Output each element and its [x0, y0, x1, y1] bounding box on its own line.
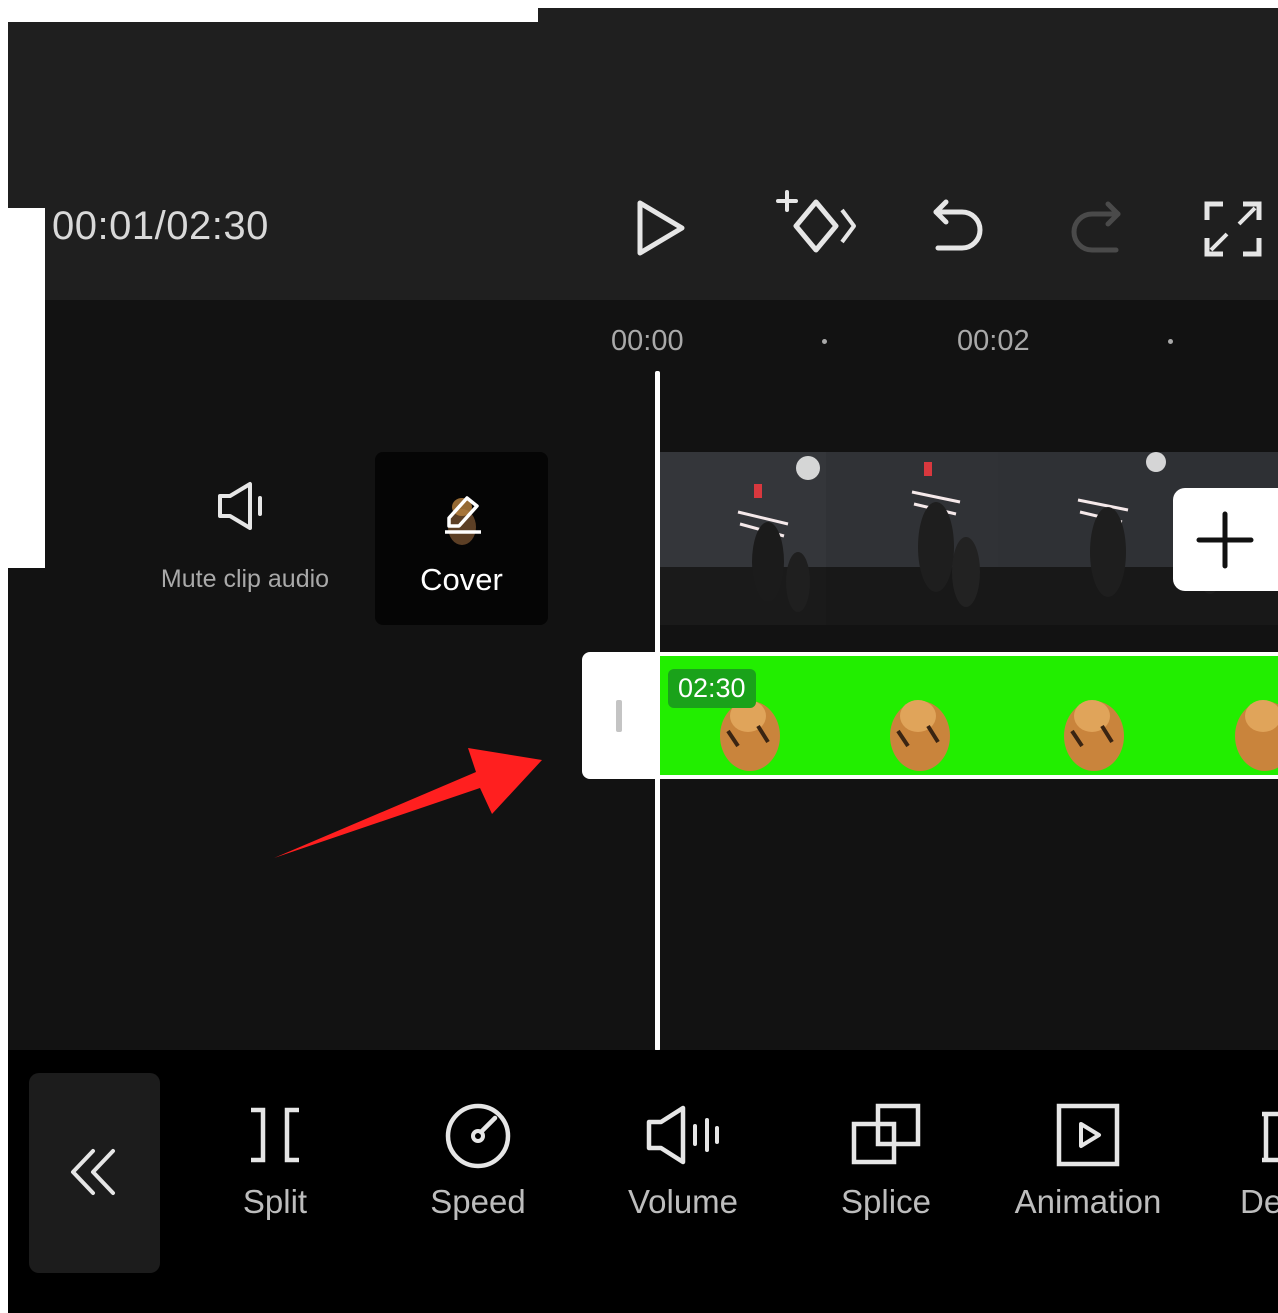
- ruler-dot: [1168, 339, 1173, 344]
- cover-button[interactable]: Cover: [375, 452, 548, 625]
- delete-icon: [1262, 1111, 1278, 1163]
- tool-animation[interactable]: Animation: [993, 1100, 1183, 1221]
- add-clip-button[interactable]: [1173, 488, 1278, 591]
- tool-delete[interactable]: De: [1226, 1100, 1278, 1221]
- tool-label: Animation: [1014, 1183, 1162, 1220]
- top-preview-area-edge: [538, 8, 1278, 28]
- tool-speed[interactable]: Speed: [383, 1100, 573, 1221]
- tool-label: De: [1240, 1183, 1278, 1220]
- split-icon: [251, 1107, 299, 1163]
- volume-icon: [646, 1105, 719, 1165]
- ruler-tick-label: 00:00: [611, 325, 684, 357]
- clip-duration-badge: 02:30: [668, 669, 756, 708]
- speed-icon: [445, 1103, 511, 1169]
- undo-icon[interactable]: [928, 196, 988, 261]
- tool-split[interactable]: Split: [180, 1100, 370, 1221]
- tool-splice[interactable]: Splice: [791, 1100, 981, 1221]
- animation-icon: [1056, 1103, 1120, 1167]
- left-blank-strip: [0, 208, 45, 568]
- frame: [658, 452, 826, 625]
- cover-label: Cover: [420, 562, 503, 597]
- play-icon[interactable]: [630, 198, 690, 258]
- tool-label: Volume: [627, 1183, 739, 1220]
- mute-clip-audio-label[interactable]: Mute clip audio: [150, 560, 340, 598]
- plus-icon: [1196, 511, 1254, 569]
- red-arrow-annotation: [274, 748, 542, 858]
- fullscreen-icon[interactable]: [1203, 200, 1263, 258]
- ruler-dot: [822, 339, 827, 344]
- playhead[interactable]: [655, 371, 660, 1051]
- redo-icon: [1066, 198, 1126, 263]
- tool-volume[interactable]: Volume: [588, 1100, 778, 1221]
- speaker-icon[interactable]: [214, 478, 270, 539]
- double-chevron-left-icon: [71, 1149, 115, 1195]
- time-readout: 00:01/02:30: [52, 204, 269, 248]
- tool-label: Splice: [841, 1183, 931, 1220]
- collapse-back-button[interactable]: [29, 1073, 160, 1273]
- add-keyframe-icon[interactable]: [772, 186, 862, 261]
- top-preview-area: [8, 22, 1278, 208]
- timeline-left-edge: [8, 568, 45, 1053]
- tool-label: Speed: [430, 1183, 526, 1220]
- edit-pencil-icon: [445, 496, 481, 534]
- trim-grip: [616, 700, 622, 732]
- tool-label: Split: [242, 1183, 308, 1220]
- ruler-tick-label: 00:02: [957, 325, 1030, 357]
- splice-icon: [851, 1103, 921, 1165]
